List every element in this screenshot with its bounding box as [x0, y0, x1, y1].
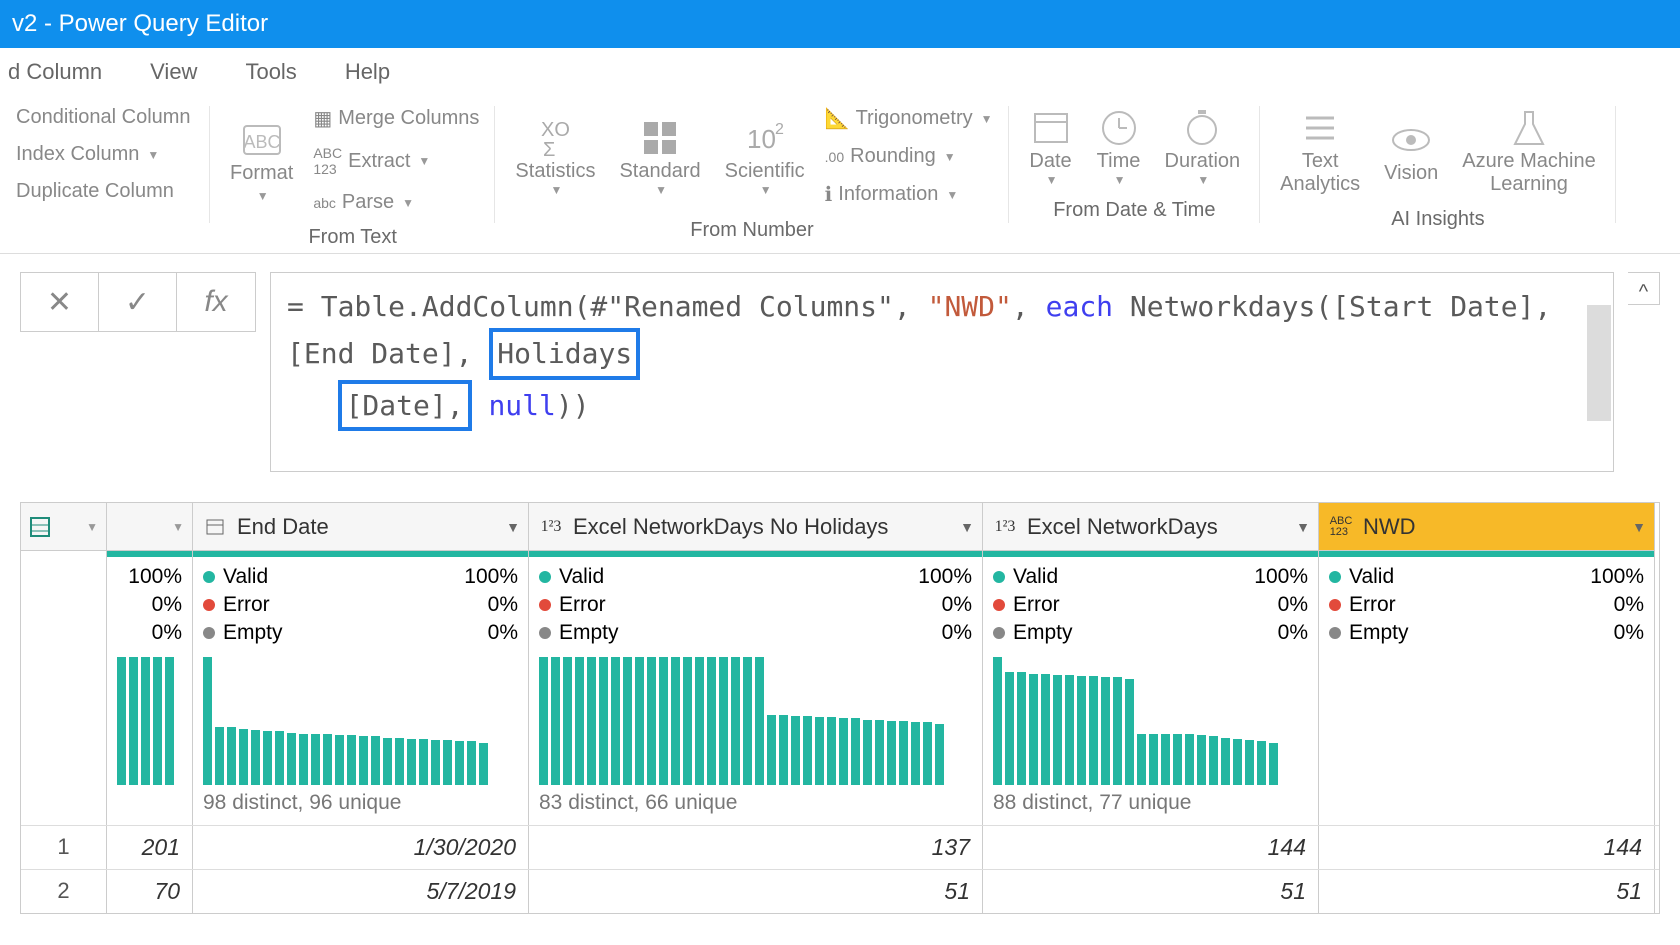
info-icon: ℹ: [825, 182, 833, 207]
trigonometry-button[interactable]: 📐Trigonometry▼: [819, 102, 999, 135]
statistics-button[interactable]: XΟΣStatistics▼: [505, 112, 605, 201]
highlight-date: [Date],: [338, 380, 472, 431]
text-analytics-button[interactable]: Text Analytics: [1270, 102, 1370, 200]
information-button[interactable]: ℹInformation▼: [819, 178, 999, 211]
title-bar: v2 - Power Query Editor: [0, 0, 1680, 48]
date-type-icon: [201, 513, 229, 541]
table-icon: [29, 516, 51, 538]
tab-tools[interactable]: Tools: [221, 59, 320, 85]
scientific-button[interactable]: 102Scientific▼: [715, 112, 815, 201]
group-label: [10, 207, 200, 238]
quality-numcol: 100% 0% 0%: [107, 557, 193, 653]
collapse-formula-button[interactable]: ^: [1628, 272, 1660, 305]
any-type-icon: ABC123: [1327, 513, 1355, 541]
azure-ml-button[interactable]: Azure Machine Learning: [1452, 102, 1605, 200]
format-icon: ABC: [240, 118, 284, 162]
number-type-icon: 1²3: [537, 513, 565, 541]
distinct-1: 83 distinct, 66 unique: [529, 787, 983, 825]
merge-columns-button[interactable]: ▦Merge Columns: [307, 102, 485, 135]
standard-icon: [638, 116, 682, 160]
commit-button[interactable]: ✓: [99, 273, 177, 331]
rounding-button[interactable]: .00Rounding▼: [819, 141, 999, 172]
column-header-networkdays-no-holidays[interactable]: 1²3 Excel NetworkDays No Holidays▼: [529, 503, 983, 551]
svg-text:2: 2: [775, 121, 784, 138]
vision-icon: [1389, 118, 1433, 162]
scientific-icon: 102: [743, 116, 787, 160]
format-button[interactable]: ABC Format▼: [220, 114, 303, 207]
date-icon: [1029, 106, 1073, 150]
table-row[interactable]: 1 201 1/30/2020 137 144 144: [21, 825, 1659, 869]
quality-col-3: Valid100% Error0% Empty0%: [1319, 557, 1655, 653]
fx-button[interactable]: fx: [177, 273, 255, 331]
parse-icon: abc: [313, 195, 336, 211]
duration-button[interactable]: Duration▼: [1155, 102, 1251, 191]
ribbon: Conditional Column Index Column▼ Duplica…: [0, 96, 1680, 254]
duplicate-column-button[interactable]: Duplicate Column: [10, 176, 200, 207]
parse-button[interactable]: abcParse▼: [307, 187, 485, 218]
group-ai-insights: AI Insights: [1270, 200, 1606, 231]
highlight-holidays: Holidays: [489, 328, 640, 379]
svg-text:ABC: ABC: [243, 132, 280, 152]
scrollbar[interactable]: [1587, 305, 1611, 421]
column-header-end-date[interactable]: End Date▼: [193, 503, 529, 551]
distinct-3: [1319, 787, 1655, 825]
cancel-button[interactable]: ✕: [21, 273, 99, 331]
flask-icon: [1507, 106, 1551, 150]
column-header-nwd[interactable]: ABC123 NWD▼: [1319, 503, 1655, 551]
menu-bar: d Column View Tools Help: [0, 48, 1680, 96]
trig-icon: 📐: [825, 106, 850, 131]
index-column-button[interactable]: Index Column▼: [10, 139, 200, 170]
formula-bar: ✕ ✓ fx = Table.AddColumn(#"Renamed Colum…: [0, 254, 1680, 502]
time-button[interactable]: Time▼: [1087, 102, 1151, 191]
statistics-icon: XΟΣ: [533, 116, 577, 160]
extract-icon: ABC123: [313, 145, 342, 177]
tab-help[interactable]: Help: [321, 59, 414, 85]
table-row[interactable]: 2 70 5/7/2019 51 51 51: [21, 869, 1659, 913]
conditional-column-button[interactable]: Conditional Column: [10, 102, 200, 133]
row-number-filter[interactable]: ▼: [107, 503, 193, 551]
tab-view[interactable]: View: [126, 59, 221, 85]
svg-text:Σ: Σ: [543, 139, 555, 160]
column-header-networkdays[interactable]: 1²3 Excel NetworkDays▼: [983, 503, 1319, 551]
standard-button[interactable]: Standard▼: [609, 112, 710, 201]
time-icon: [1097, 106, 1141, 150]
distinct-0: 98 distinct, 96 unique: [193, 787, 529, 825]
rounding-icon: .00: [825, 149, 844, 165]
quality-col-1: Valid100% Error0% Empty0%: [529, 557, 983, 653]
formula-input[interactable]: = Table.AddColumn(#"Renamed Columns", "N…: [270, 272, 1614, 472]
group-from-text: From Text: [220, 218, 485, 249]
svg-text:XΟ: XΟ: [541, 119, 570, 141]
number-type-icon: 1²3: [991, 513, 1019, 541]
group-from-number: From Number: [505, 211, 998, 242]
group-from-datetime: From Date & Time: [1019, 191, 1251, 222]
extract-button[interactable]: ABC123Extract▼: [307, 141, 485, 181]
title-text: v2 - Power Query Editor: [12, 10, 268, 38]
text-analytics-icon: [1298, 106, 1342, 150]
svg-text:10: 10: [747, 124, 776, 154]
quality-col-0: Valid100% Error0% Empty0%: [193, 557, 529, 653]
table-menu[interactable]: ▼: [21, 503, 107, 551]
quality-col-2: Valid100% Error0% Empty0%: [983, 557, 1319, 653]
data-grid: ▼ ▼ End Date▼ 1²3 Excel NetworkDays No H…: [20, 502, 1660, 914]
duration-icon: [1180, 106, 1224, 150]
date-button[interactable]: Date▼: [1019, 102, 1083, 191]
merge-icon: ▦: [313, 106, 332, 131]
distinct-2: 88 distinct, 77 unique: [983, 787, 1319, 825]
vision-button[interactable]: Vision: [1374, 114, 1448, 189]
tab-add-column[interactable]: d Column: [0, 59, 126, 85]
